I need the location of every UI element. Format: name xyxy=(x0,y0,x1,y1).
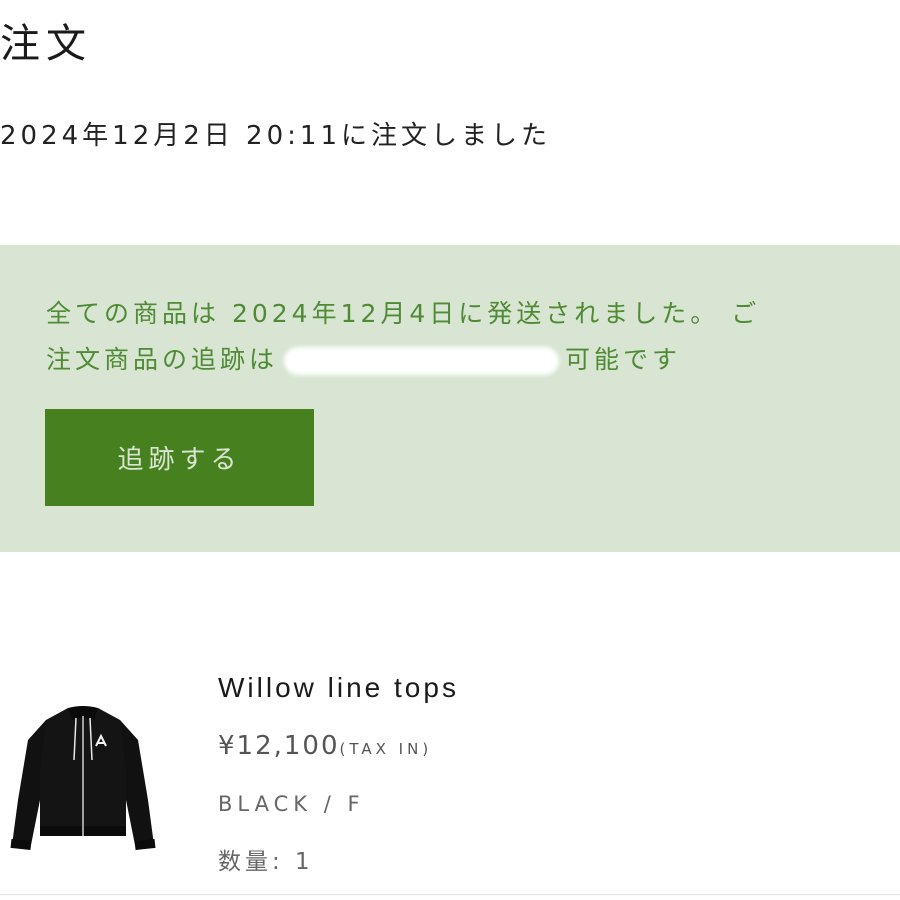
product-image[interactable] xyxy=(8,700,158,858)
black-cropped-zip-hoodie-icon xyxy=(10,706,156,851)
track-button[interactable]: 追跡する xyxy=(45,409,314,506)
shipping-notice-line1: 全ての商品は 2024年12月4日に発送されました。 ご xyxy=(46,299,761,328)
product-quantity: 数量: 1 xyxy=(218,849,314,875)
page-title: 注文 xyxy=(0,21,92,67)
order-date: 2024年12月2日 20:11に注文しました xyxy=(0,121,551,151)
shipping-notice-line2-end: 可能です xyxy=(565,345,682,374)
product-name[interactable]: Willow line tops xyxy=(218,668,459,708)
shipping-notice-line2-start: 注文商品の追跡は xyxy=(46,345,279,374)
product-price: ¥12,100(TAX IN) xyxy=(218,728,432,767)
divider xyxy=(0,894,900,895)
order-page: 注文 2024年12月2日 20:11に注文しました 全ての商品は 2024年1… xyxy=(0,0,900,900)
price-value: ¥12,100 xyxy=(218,731,340,761)
shipping-notice-panel: 全ての商品は 2024年12月4日に発送されました。 ご 注文商品の追跡は 可能で… xyxy=(0,245,900,552)
product-variant: BLACK / F xyxy=(218,792,365,816)
shipping-notice-text: 全ての商品は 2024年12月4日に発送されました。 ご 注文商品の追跡は 可能で… xyxy=(46,291,866,383)
tax-note: (TAX IN) xyxy=(339,740,433,758)
redacted-tracking-number xyxy=(284,347,560,375)
